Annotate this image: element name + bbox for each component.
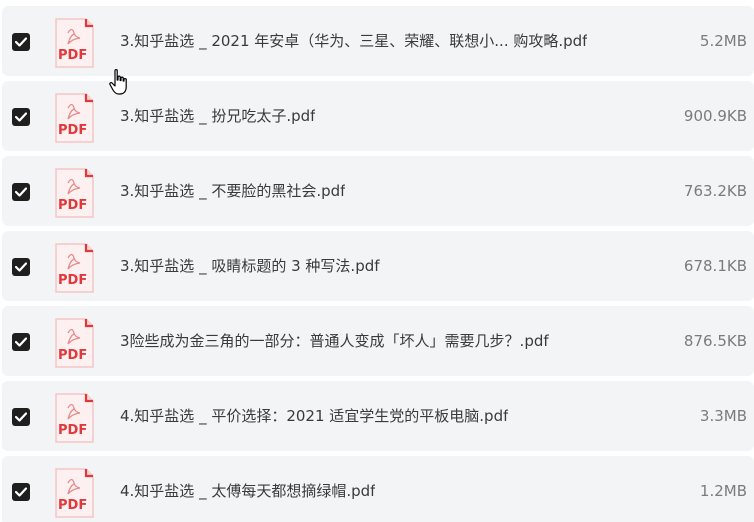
pdf-icon-label: PDF bbox=[58, 123, 87, 138]
file-name: 3.知乎盐选 _ 不要脸的黑社会.pdf bbox=[120, 182, 346, 200]
file-name: 4.知乎盐选 _ 平价选择：2021 适宜学生党的平板电脑.pdf bbox=[120, 407, 509, 425]
pdf-file-icon: PDF bbox=[55, 243, 94, 293]
pdf-icon-label: PDF bbox=[58, 423, 87, 438]
pdf-icon-label: PDF bbox=[58, 48, 87, 63]
file-row[interactable]: PDF 3.知乎盐选 _ 不要脸的黑社会.pdf 763.2KB bbox=[2, 156, 754, 226]
file-size: 900.9KB bbox=[683, 107, 747, 125]
pdf-file-icon: PDF bbox=[55, 93, 94, 143]
row-checkbox[interactable] bbox=[12, 483, 30, 501]
row-checkbox[interactable] bbox=[12, 183, 30, 201]
check-icon bbox=[15, 412, 27, 422]
file-list: PDF 3.知乎盐选 _ 2021 年安卓（华为、三星、荣耀、联想小... 购攻… bbox=[0, 0, 754, 522]
file-row[interactable]: PDF 4.知乎盐选 _ 太傅每天都想摘绿帽.pdf 1.2MB bbox=[2, 456, 754, 522]
file-size: 876.5KB bbox=[683, 332, 747, 350]
file-row[interactable]: PDF 4.知乎盐选 _ 平价选择：2021 适宜学生党的平板电脑.pdf 3.… bbox=[2, 381, 754, 451]
row-checkbox[interactable] bbox=[12, 333, 30, 351]
file-row[interactable]: PDF 3险些成为金三角的一部分：普通人变成「坏人」需要几步？.pdf 876.… bbox=[2, 306, 754, 376]
check-icon bbox=[15, 187, 27, 197]
pdf-icon-label: PDF bbox=[58, 198, 87, 213]
pdf-file-icon: PDF bbox=[55, 18, 94, 68]
file-size: 763.2KB bbox=[683, 182, 747, 200]
check-icon bbox=[15, 487, 27, 497]
pdf-icon-label: PDF bbox=[58, 498, 87, 513]
pdf-file-icon: PDF bbox=[55, 318, 94, 368]
file-row[interactable]: PDF 3.知乎盐选 _ 2021 年安卓（华为、三星、荣耀、联想小... 购攻… bbox=[2, 6, 754, 76]
row-checkbox[interactable] bbox=[12, 108, 30, 126]
pdf-icon-label: PDF bbox=[58, 273, 87, 288]
file-size: 5.2MB bbox=[699, 32, 747, 50]
row-checkbox[interactable] bbox=[12, 33, 30, 51]
hand-pointer-cursor-icon bbox=[109, 69, 127, 95]
pdf-icon-label: PDF bbox=[58, 348, 87, 363]
row-checkbox[interactable] bbox=[12, 258, 30, 276]
file-name: 3.知乎盐选 _ 2021 年安卓（华为、三星、荣耀、联想小... 购攻略.pd… bbox=[120, 32, 588, 50]
file-name: 3险些成为金三角的一部分：普通人变成「坏人」需要几步？.pdf bbox=[120, 332, 549, 350]
file-name: 3.知乎盐选 _ 吸睛标题的 3 种写法.pdf bbox=[120, 257, 380, 275]
file-size: 678.1KB bbox=[683, 257, 747, 275]
check-icon bbox=[15, 262, 27, 272]
pdf-file-icon: PDF bbox=[55, 468, 94, 518]
check-icon bbox=[15, 337, 27, 347]
file-size: 3.3MB bbox=[699, 407, 747, 425]
file-name: 3.知乎盐选 _ 扮兄吃太子.pdf bbox=[120, 107, 316, 125]
pdf-file-icon: PDF bbox=[55, 168, 94, 218]
row-checkbox[interactable] bbox=[12, 408, 30, 426]
check-icon bbox=[15, 37, 27, 47]
file-name: 4.知乎盐选 _ 太傅每天都想摘绿帽.pdf bbox=[120, 482, 376, 500]
pdf-file-icon: PDF bbox=[55, 393, 94, 443]
check-icon bbox=[15, 112, 27, 122]
file-size: 1.2MB bbox=[699, 482, 747, 500]
file-row[interactable]: PDF 3.知乎盐选 _ 吸睛标题的 3 种写法.pdf 678.1KB bbox=[2, 231, 754, 301]
